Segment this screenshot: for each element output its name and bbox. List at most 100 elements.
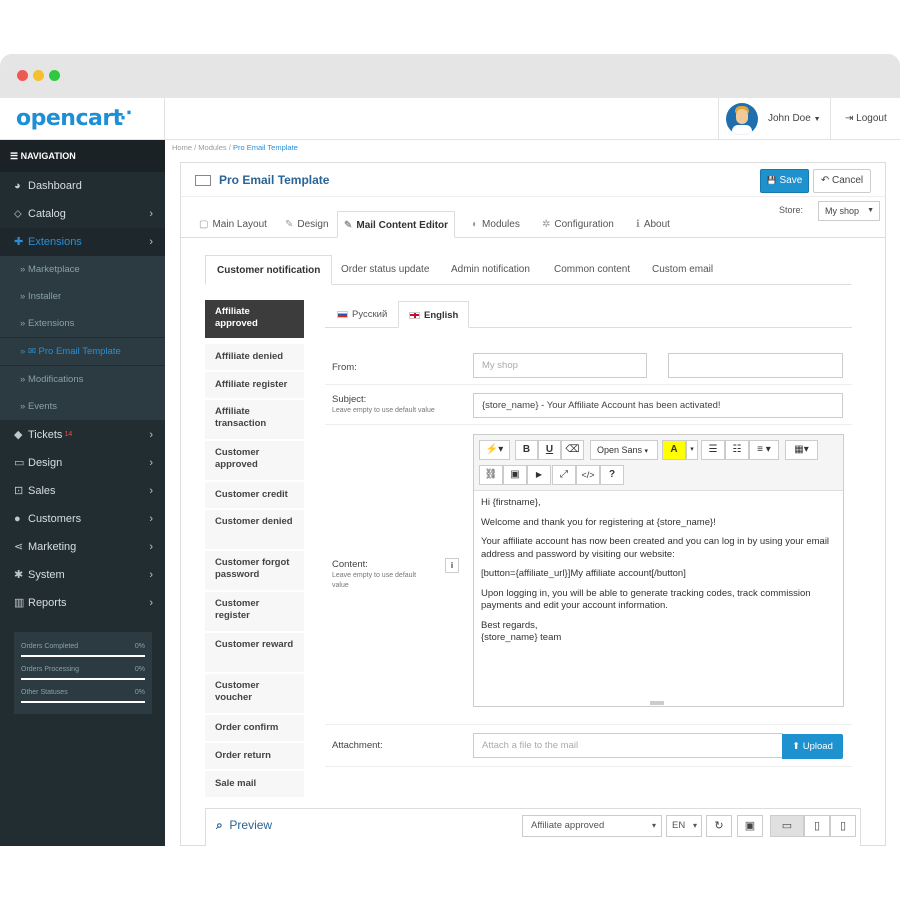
submenu-item-marketplace[interactable]: » Marketplace: [0, 256, 165, 283]
language-select[interactable]: EN ▾: [666, 815, 702, 837]
submenu-item-pro-email-template[interactable]: » ✉ Pro Email Template: [0, 338, 165, 365]
maximize-window-dot[interactable]: [49, 70, 60, 81]
divider: [718, 98, 719, 140]
table-icon[interactable]: ▦▾: [785, 440, 818, 460]
breadcrumb: Home / Modules / Pro Email Template: [172, 143, 298, 152]
submenu-item-modifications[interactable]: » Modifications: [0, 366, 165, 393]
submenu-item-events[interactable]: » Events: [0, 393, 165, 420]
tab-about[interactable]: ℹ About: [630, 211, 676, 238]
editor-content[interactable]: Hi {firstname}, Welcome and thank you fo…: [481, 497, 837, 645]
sidebar-item-reports[interactable]: ▥ Reports ›: [0, 589, 165, 617]
logout-link[interactable]: ⇥ Logout: [845, 113, 887, 124]
ordered-list-icon[interactable]: ☷: [725, 440, 749, 460]
breadcrumb-modules[interactable]: Modules: [198, 143, 226, 152]
video-icon[interactable]: ▶: [527, 465, 551, 485]
rich-text-editor[interactable]: ⚡▾ B U ⌫ Open Sans ▾ A ▾ ☰ ☷ ≡ ▾ ▦▾ ⛓ ▣ …: [473, 434, 844, 707]
fullscreen-icon[interactable]: ⤢: [552, 465, 576, 485]
sidebar-item-marketing[interactable]: ⋖ Marketing ›: [0, 533, 165, 561]
unordered-list-icon[interactable]: ☰: [701, 440, 725, 460]
template-item-customer-approved[interactable]: Customer approved: [205, 441, 304, 481]
subtab-common-content[interactable]: Common content: [543, 255, 641, 285]
close-window-dot[interactable]: [17, 70, 28, 81]
sidebar-item-system[interactable]: ✱ System ›: [0, 561, 165, 589]
tab-main-layout[interactable]: ▢ Main Layout: [193, 211, 273, 238]
help-icon[interactable]: ?: [600, 465, 624, 485]
template-select[interactable]: Affiliate approved ▾: [522, 815, 662, 837]
submenu-label: Events: [27, 401, 57, 412]
sidebar-item-extensions[interactable]: ✚ Extensions ›: [0, 228, 165, 256]
template-item-affiliate-transaction[interactable]: Affiliate transaction: [205, 400, 304, 440]
submenu-label: Modifications: [27, 374, 84, 385]
subtab-admin-notification[interactable]: Admin notification: [440, 255, 541, 285]
tab-mail-content-editor[interactable]: ✎ Mail Content Editor: [337, 211, 456, 238]
template-item-order-confirm[interactable]: Order confirm: [205, 715, 304, 742]
subtab-custom-email[interactable]: Custom email: [641, 255, 724, 285]
refresh-icon[interactable]: ↻: [706, 815, 732, 837]
cancel-button[interactable]: ↶ Cancel: [813, 169, 871, 193]
subtab-order-status-update[interactable]: Order status update: [330, 255, 440, 285]
resize-grip[interactable]: [650, 701, 664, 705]
breadcrumb-home[interactable]: Home: [172, 143, 192, 152]
template-item-sale-mail[interactable]: Sale mail: [205, 771, 304, 798]
eraser-icon[interactable]: ⌫: [561, 440, 584, 460]
template-item-customer-denied[interactable]: Customer denied: [205, 510, 304, 550]
attachment-input[interactable]: Attach a file to the mail: [473, 733, 783, 758]
template-item-customer-forgot-password[interactable]: Customer forgot password: [205, 551, 304, 591]
template-item-customer-credit[interactable]: Customer credit: [205, 482, 304, 509]
opencart-logo[interactable]: opencart ⋰: [16, 106, 132, 131]
tablet-icon[interactable]: ▯: [804, 815, 830, 837]
sidebar-item-dashboard[interactable]: ◕ Dashboard: [0, 172, 165, 200]
text-color-button[interactable]: A: [662, 440, 686, 460]
sidebar-item-customers[interactable]: ● Customers ›: [0, 505, 165, 533]
template-item-affiliate-denied[interactable]: Affiliate denied: [205, 344, 304, 371]
upload-button[interactable]: ⬆ Upload: [782, 734, 843, 759]
tab-modules[interactable]: ◐ Modules: [466, 211, 526, 238]
minimize-window-dot[interactable]: [33, 70, 44, 81]
stat-row: Orders Completed 0%: [21, 640, 145, 658]
tab-configuration[interactable]: ✲ Configuration: [536, 211, 620, 238]
language-tab-russian[interactable]: Русский: [327, 301, 397, 328]
tab-label: Mail Content Editor: [356, 220, 449, 231]
paragraph-align-icon[interactable]: ≡ ▾: [749, 440, 779, 460]
order-stats-panel: Orders Completed 0% Orders Processing 0% Oth…: [14, 632, 152, 714]
save-button[interactable]: 💾 Save: [760, 169, 809, 193]
template-item-customer-reward[interactable]: Customer reward: [205, 633, 304, 673]
code-view-icon[interactable]: </>: [576, 465, 600, 485]
language-tab-english[interactable]: English: [398, 301, 470, 328]
tab-design[interactable]: ✎ Design: [279, 211, 335, 238]
user-menu-toggle[interactable]: John Doe ▼: [768, 113, 821, 124]
template-item-affiliate-approved[interactable]: Affiliate approved: [205, 300, 304, 339]
navigation-heading[interactable]: ☰ NAVIGATION: [0, 140, 165, 172]
template-item-customer-voucher[interactable]: Customer voucher: [205, 674, 304, 714]
template-item-customer-register[interactable]: Customer register: [205, 592, 304, 632]
preview-title[interactable]: ⌕ Preview: [216, 818, 272, 833]
sidebar-item-sales[interactable]: ⊡ Sales ›: [0, 477, 165, 505]
bold-button[interactable]: B: [515, 440, 538, 460]
monitor-icon: ▭: [14, 457, 25, 469]
avatar[interactable]: [726, 103, 758, 135]
from-name-input[interactable]: My shop: [473, 353, 647, 378]
font-family-select[interactable]: Open Sans ▾: [590, 440, 658, 460]
sidebar-item-catalog[interactable]: ⬦ Catalog ›: [0, 200, 165, 228]
picture-icon[interactable]: ▣: [503, 465, 527, 485]
submenu-item-installer[interactable]: » Installer: [0, 283, 165, 310]
subtab-customer-notification[interactable]: Customer notification: [205, 255, 333, 285]
sidebar-item-design[interactable]: ▭ Design ›: [0, 449, 165, 477]
desktop-icon[interactable]: ▭: [770, 815, 804, 837]
store-select[interactable]: My shop ▼: [818, 201, 880, 221]
image-icon[interactable]: ▣: [737, 815, 763, 837]
subject-input[interactable]: {store_name} - Your Affiliate Account ha…: [473, 393, 843, 418]
template-item-order-return[interactable]: Order return: [205, 743, 304, 770]
link-icon[interactable]: ⛓: [479, 465, 503, 485]
sidebar-item-tickets[interactable]: ◆ Tickets 14 ›: [0, 421, 165, 449]
color-caret-icon[interactable]: ▾: [686, 440, 698, 460]
underline-button[interactable]: U: [538, 440, 561, 460]
breadcrumb-current[interactable]: Pro Email Template: [233, 143, 298, 152]
mobile-icon[interactable]: ▯: [830, 815, 856, 837]
template-item-affiliate-register[interactable]: Affiliate register: [205, 372, 304, 399]
template-label: Customer denied: [215, 516, 293, 527]
magic-wand-icon[interactable]: ⚡▾: [479, 440, 510, 460]
info-icon[interactable]: i: [445, 558, 459, 573]
submenu-item-extensions[interactable]: » Extensions: [0, 310, 165, 337]
from-email-input[interactable]: [668, 353, 843, 378]
